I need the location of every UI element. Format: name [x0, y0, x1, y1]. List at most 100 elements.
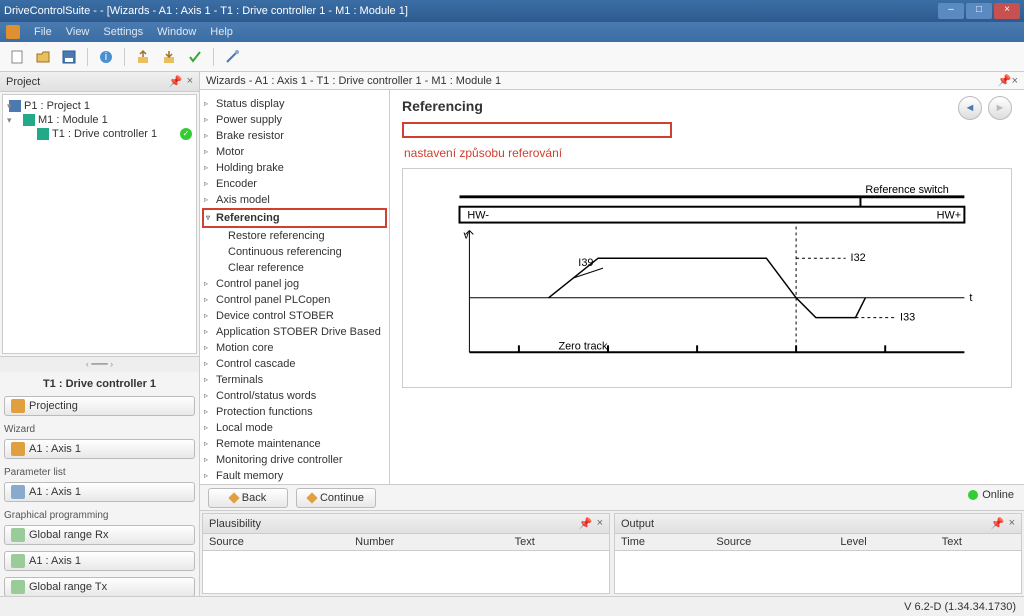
wizard-nav-tree[interactable]: ▹Status display▹Power supply▹Brake resis… [200, 90, 390, 484]
wizard-axis-button[interactable]: A1 : Axis 1 [4, 439, 195, 459]
panel-close-icon[interactable]: × [187, 75, 193, 88]
open-button[interactable] [32, 46, 54, 68]
wizard-nav-item[interactable]: Continuous referencing [202, 244, 387, 260]
close-button[interactable]: × [994, 3, 1020, 19]
back-button[interactable]: Back [208, 488, 288, 508]
tree-drive-controller[interactable]: T1 : Drive controller 1✓ [5, 127, 194, 141]
save-button[interactable] [58, 46, 80, 68]
gp-axis-button[interactable]: A1 : Axis 1 [4, 551, 195, 571]
pin-icon[interactable]: 📌 [998, 75, 1012, 87]
pin-icon[interactable]: 📌 [991, 517, 1005, 530]
wizard-nav-item[interactable]: ▹Holding brake [202, 160, 387, 176]
referencing-params-box [402, 122, 672, 138]
window-buttons: – □ × [938, 3, 1020, 19]
status-bar: V 6.2-D (1.34.34.1730) [0, 596, 1024, 616]
projecting-button[interactable]: Projecting [4, 396, 195, 416]
wizard-nav-item[interactable]: ▹Encoder [202, 176, 387, 192]
gp-tx-button[interactable]: Global range Tx [4, 577, 195, 596]
wizard-nav-item[interactable]: ▹Local mode [202, 420, 387, 436]
wand-button[interactable] [221, 46, 243, 68]
project-tree[interactable]: ▾P1 : Project 1 ▾M1 : Module 1 T1 : Driv… [2, 94, 197, 354]
tree-project[interactable]: ▾P1 : Project 1 [5, 99, 194, 113]
info-button[interactable]: i [95, 46, 117, 68]
wizard-nav-item[interactable]: ▹Control panel jog [202, 276, 387, 292]
svg-text:HW-: HW- [467, 210, 489, 222]
person-icon [11, 442, 25, 456]
panel-close-icon[interactable]: × [1009, 517, 1015, 530]
menu-window[interactable]: Window [157, 26, 196, 38]
version-label: V 6.2-D (1.34.34.1730) [904, 601, 1016, 613]
menu-settings[interactable]: Settings [103, 26, 143, 38]
toolbar: i [0, 42, 1024, 72]
wizard-nav-item[interactable]: ▹Brake resistor [202, 128, 387, 144]
wizard-nav-item[interactable]: ▹Control panel PLCopen [202, 292, 387, 308]
title-bar: DriveControlSuite - - [Wizards - A1 : Ax… [0, 0, 1024, 22]
referencing-diagram: Reference switch HW- HW+ v t [402, 168, 1012, 388]
maximize-button[interactable]: □ [966, 3, 992, 19]
wizard-nav-item[interactable]: ▹Power supply [202, 112, 387, 128]
project-panel-title: Project [6, 76, 40, 88]
annotation-note: nastavení způsobu referování [404, 146, 1012, 160]
list-icon [11, 485, 25, 499]
panel-close-icon[interactable]: × [597, 517, 603, 530]
wizard-nav-item[interactable]: ▹Device control STOBER [202, 308, 387, 324]
wizard-nav-item[interactable]: ▹Application STOBER Drive Based [202, 324, 387, 340]
online-status: Online [968, 489, 1014, 501]
wizard-nav-item[interactable]: ▹Fault memory [202, 468, 387, 484]
wizard-nav-item[interactable]: ▹Monitoring drive controller [202, 452, 387, 468]
minimize-button[interactable]: – [938, 3, 964, 19]
svg-text:I32: I32 [851, 252, 866, 264]
panel-close-icon[interactable]: × [1012, 75, 1018, 87]
new-button[interactable] [6, 46, 28, 68]
plausibility-title: Plausibility [209, 518, 261, 530]
menu-view[interactable]: View [66, 26, 90, 38]
output-title: Output [621, 518, 654, 530]
wizard-nav-item[interactable]: ▹Control/status words [202, 388, 387, 404]
project-panel-header: Project 📌 × [0, 72, 199, 92]
block-icon [11, 528, 25, 542]
wizard-nav-item[interactable]: Clear reference [202, 260, 387, 276]
wizard-header: Wizards - A1 : Axis 1 - T1 : Drive contr… [200, 72, 1024, 90]
wizard-nav-item[interactable]: ▹Motion core [202, 340, 387, 356]
wizard-breadcrumb: Wizards - A1 : Axis 1 - T1 : Drive contr… [206, 75, 501, 87]
tree-module[interactable]: ▾M1 : Module 1 [5, 113, 194, 127]
menu-file[interactable]: File [34, 26, 52, 38]
app-icon [6, 25, 20, 39]
svg-text:i: i [105, 51, 107, 63]
pin-icon[interactable]: 📌 [579, 517, 593, 530]
paramlist-button[interactable]: A1 : Axis 1 [4, 482, 195, 502]
download-button[interactable] [158, 46, 180, 68]
tree-scrollbar[interactable]: ‹ ━━━ › [0, 356, 199, 372]
wizard-nav-item[interactable]: ▹Protection functions [202, 404, 387, 420]
drive-controller-header: T1 : Drive controller 1 [4, 376, 195, 392]
nav-back-circle[interactable]: ◄ [958, 96, 982, 120]
svg-text:HW+: HW+ [937, 210, 961, 222]
wizard-nav-item[interactable]: ▹Control cascade [202, 356, 387, 372]
continue-button[interactable]: Continue [296, 488, 376, 508]
svg-text:I39: I39 [578, 257, 593, 269]
gear-icon [11, 399, 25, 413]
gp-section-label: Graphical programming [4, 510, 195, 521]
wizard-nav-item[interactable]: ▹Axis model [202, 192, 387, 208]
plausibility-panel: Plausibility📌× SourceNumberText [202, 513, 610, 594]
pin-icon[interactable]: 📌 [169, 75, 183, 88]
svg-text:t: t [969, 292, 972, 304]
gp-rx-button[interactable]: Global range Rx [4, 525, 195, 545]
menu-bar: File View Settings Window Help [0, 22, 1024, 42]
diagram-refswitch-label: Reference switch [865, 184, 948, 196]
wizard-nav-item[interactable]: Restore referencing [202, 228, 387, 244]
wizard-nav-item[interactable]: ▹Terminals [202, 372, 387, 388]
paramlist-section-label: Parameter list [4, 467, 195, 478]
wizard-nav-item[interactable]: ▿Referencing [202, 208, 387, 228]
menu-help[interactable]: Help [210, 26, 233, 38]
wizard-nav-item[interactable]: ▹Status display [202, 96, 387, 112]
block-icon [11, 554, 25, 568]
wizard-title: Referencing [402, 98, 1012, 114]
svg-text:Zero track: Zero track [559, 340, 609, 352]
svg-text:I33: I33 [900, 312, 915, 324]
wizard-nav-item[interactable]: ▹Remote maintenance [202, 436, 387, 452]
nav-fwd-circle[interactable]: ► [988, 96, 1012, 120]
upload-button[interactable] [132, 46, 154, 68]
wizard-nav-item[interactable]: ▹Motor [202, 144, 387, 160]
check-button[interactable] [184, 46, 206, 68]
